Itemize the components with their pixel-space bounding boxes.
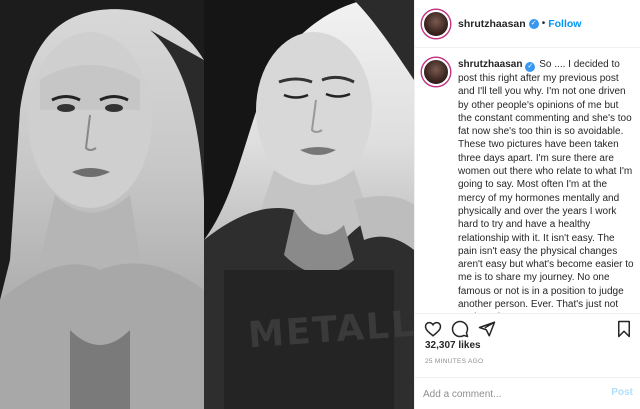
post-side-panel: shrutzhaasan ✓ • Follow shrutzhaasan ✓ So…: [414, 0, 640, 409]
follow-button[interactable]: Follow: [548, 18, 581, 30]
heart-icon[interactable]: [424, 320, 442, 338]
avatar[interactable]: [422, 9, 450, 38]
bookmark-icon[interactable]: [615, 320, 633, 338]
caption-row: shrutzhaasan ✓ So .... I decided to post …: [422, 58, 634, 313]
post-button[interactable]: Post: [611, 387, 633, 398]
verified-badge-icon: ✓: [525, 62, 536, 72]
share-icon[interactable]: [478, 320, 496, 338]
comment-bar: Post: [415, 377, 640, 409]
caption-body: So .... I decided to post this right aft…: [458, 59, 634, 313]
separator-dot: •: [541, 18, 546, 29]
caption-username[interactable]: shrutzhaasan: [458, 59, 522, 70]
post-image[interactable]: METALLIC: [0, 0, 414, 409]
like-count[interactable]: 32,307 likes: [425, 340, 481, 351]
comment-icon[interactable]: [451, 320, 469, 338]
comment-input[interactable]: [423, 385, 593, 403]
check-badge-icon: ✓: [528, 18, 539, 29]
post-header: shrutzhaasan ✓ • Follow: [415, 0, 640, 48]
caption-area[interactable]: shrutzhaasan ✓ So .... I decided to post …: [415, 49, 640, 313]
timestamp[interactable]: 25 MINUTES AGO: [425, 358, 483, 365]
caption-avatar[interactable]: [422, 58, 450, 86]
action-bar: [415, 313, 640, 343]
caption: shrutzhaasan ✓ So .... I decided to post …: [458, 58, 634, 313]
photo-left: [0, 0, 204, 409]
username[interactable]: shrutzhaasan: [458, 18, 526, 30]
